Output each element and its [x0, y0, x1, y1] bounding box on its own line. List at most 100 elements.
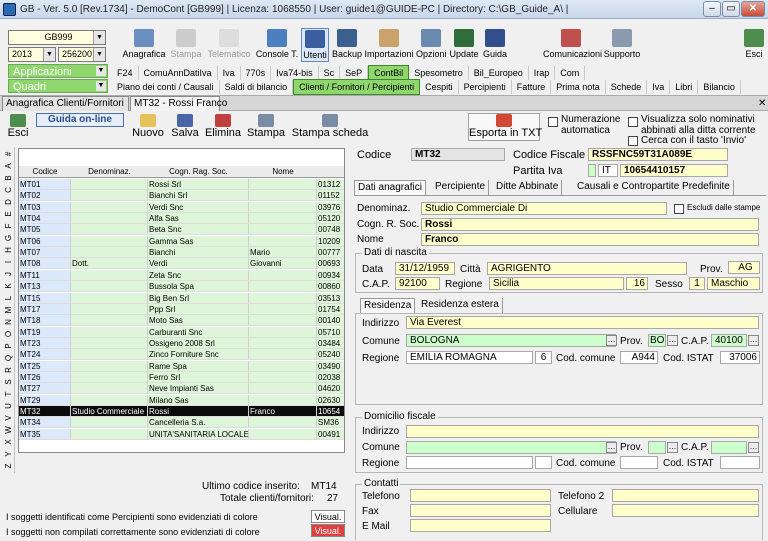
- domicilio-cap-lookup-button[interactable]: …: [748, 442, 759, 453]
- regione-field[interactable]: Sicilia: [489, 277, 624, 290]
- guida-online-button[interactable]: Guida on-line: [36, 113, 124, 127]
- supporto-button[interactable]: Supporto: [602, 28, 642, 62]
- menu-sc[interactable]: Sc: [319, 66, 341, 80]
- telefono2-field[interactable]: [612, 489, 759, 502]
- menu-sep[interactable]: SeP: [340, 66, 369, 80]
- maximize-button[interactable]: ▭: [722, 1, 740, 17]
- domicilio-regione-field[interactable]: [406, 456, 533, 469]
- menu-bilancio[interactable]: Bilancio: [698, 80, 741, 94]
- codcomune-field[interactable]: A944: [620, 351, 658, 364]
- column-header-codice[interactable]: Codice: [19, 166, 71, 178]
- menu-spesometro[interactable]: Spesometro: [409, 66, 469, 80]
- menu-iva2[interactable]: Iva: [647, 80, 671, 94]
- table-row[interactable]: MT03 Verdi Snc 03976: [19, 201, 344, 213]
- column-header-nome[interactable]: Nome: [249, 166, 317, 178]
- table-row[interactable]: MT32 Studio Commerciale Rossi Franco 10654: [19, 406, 344, 417]
- table-row[interactable]: MT35 UNITA'SANITARIA LOCALE 00491: [19, 428, 344, 440]
- nuovo-button[interactable]: Nuovo: [131, 114, 165, 142]
- regione-num-field[interactable]: 16: [626, 277, 648, 290]
- tab-residenza[interactable]: Residenza: [360, 298, 416, 313]
- menu-libri[interactable]: Libri: [670, 80, 699, 94]
- table-row[interactable]: MT01 Rossi Srl 01312: [19, 179, 344, 190]
- esporta-txt-button[interactable]: Esporta in TXT: [468, 113, 542, 141]
- minimize-button[interactable]: –: [703, 1, 721, 17]
- piva-country[interactable]: IT: [598, 164, 618, 177]
- salva-button[interactable]: Salva: [170, 114, 200, 142]
- table-row[interactable]: MT06 Gamma Sas 10209: [19, 235, 344, 247]
- console-button[interactable]: Console T.: [255, 28, 299, 62]
- table-row[interactable]: MT23 Ossigeno 2008 Srl 03484: [19, 337, 344, 349]
- table-row[interactable]: MT27 Neve Impianti Sas 04620: [19, 383, 344, 395]
- stampa-action-button[interactable]: Stampa: [246, 114, 286, 142]
- company-select[interactable]: GB999 ▼: [8, 30, 106, 45]
- comunicazioni-button[interactable]: Comunicazioni: [543, 28, 602, 62]
- comune-field[interactable]: BOLOGNA: [406, 334, 616, 347]
- menu-percipienti[interactable]: Percipienti: [459, 80, 512, 94]
- tab-percipiente[interactable]: Percipiente: [432, 180, 490, 195]
- piva-field[interactable]: 10654410157: [620, 164, 728, 177]
- table-row[interactable]: MT04 Alfa Sas 05120: [19, 213, 344, 225]
- guida-button[interactable]: Guida: [482, 28, 508, 62]
- tab-dati-anagrafici[interactable]: Dati anagrafici: [354, 180, 426, 195]
- domicilio-codcomune-field[interactable]: [620, 456, 658, 469]
- menu-iva74bis[interactable]: Iva74-bis: [271, 66, 319, 80]
- elimina-button[interactable]: Elimina: [204, 114, 242, 142]
- table-row[interactable]: MT15 Big Ben Srl 03513: [19, 292, 344, 304]
- denominaz-field[interactable]: Studio Commerciale Di: [421, 202, 667, 215]
- menu-comuanndatiiva[interactable]: ComuAnnDatiIva: [139, 66, 218, 80]
- cf-field[interactable]: RSSFNC59T31A089E: [588, 148, 728, 161]
- stampa-button[interactable]: Stampa: [169, 28, 203, 62]
- table-row[interactable]: MT11 Zeta Snc 00934: [19, 269, 344, 281]
- anagrafica-button[interactable]: Anagrafica: [121, 28, 167, 62]
- table-row[interactable]: MT26 Ferro Srl 02038: [19, 371, 344, 383]
- tab-close-icon[interactable]: ✕: [758, 98, 766, 109]
- menu-schede[interactable]: Schede: [606, 80, 648, 94]
- visual-percipienti-swatch[interactable]: Visual.: [311, 510, 345, 523]
- column-header-cognome[interactable]: Cogn. Rag. Soc.: [148, 166, 249, 178]
- menu-piano-conti[interactable]: Piano dei conti / Causali: [112, 80, 220, 94]
- table-row[interactable]: MT07 Bianchi Mario 00777: [19, 247, 344, 259]
- menu-770s[interactable]: 770s: [241, 66, 272, 80]
- tab-ditte-abbinate[interactable]: Ditte Abbinate: [493, 180, 563, 195]
- tab-mt32[interactable]: MT32 - Rossi Franco: [130, 96, 227, 111]
- menu-iva[interactable]: Iva: [218, 66, 241, 80]
- prov2-field[interactable]: BO: [648, 334, 666, 347]
- cellulare-field[interactable]: [612, 504, 759, 517]
- regione2-field[interactable]: EMILIA ROMAGNA: [406, 351, 533, 364]
- indirizzo-field[interactable]: Via Everest: [406, 316, 759, 329]
- menu-com[interactable]: Com: [555, 66, 586, 80]
- menu-saldi-bilancio[interactable]: Saldi di bilancio: [220, 80, 294, 94]
- visualizza-checkbox[interactable]: [628, 117, 638, 127]
- domicilio-prov-field[interactable]: [648, 441, 666, 454]
- telematico-button[interactable]: Telematico: [205, 28, 253, 62]
- telefono-field[interactable]: [410, 489, 551, 502]
- tab-causali[interactable]: Causali e Contropartite Predefinite: [574, 180, 734, 195]
- table-row[interactable]: MT18 Moto Sas 00140: [19, 315, 344, 327]
- nome-field[interactable]: Franco: [421, 233, 759, 246]
- sesso-field[interactable]: Maschio: [707, 277, 760, 290]
- table-row[interactable]: MT29 Milano Sas 02630: [19, 394, 344, 406]
- utenti-button[interactable]: Utenti: [301, 28, 329, 62]
- column-header-extra[interactable]: [317, 166, 344, 178]
- period-select[interactable]: 256200 - ▼: [58, 47, 106, 62]
- table-row[interactable]: MT02 Bianchi Srl 01152: [19, 190, 344, 202]
- escludi-checkbox[interactable]: [674, 204, 684, 214]
- menu-fatture[interactable]: Fatture: [512, 80, 552, 94]
- sesso-num-field[interactable]: 1: [689, 277, 705, 290]
- opzioni-button[interactable]: Opzioni: [416, 28, 447, 62]
- cap2-lookup-button[interactable]: …: [748, 335, 759, 346]
- table-row[interactable]: MT34 Cancelleria S.a. SM36: [19, 417, 344, 429]
- close-button[interactable]: ✕: [741, 1, 765, 17]
- menu-prima-nota[interactable]: Prima nota: [551, 80, 606, 94]
- alpha-index-item[interactable]: Z: [3, 459, 15, 473]
- table-row[interactable]: MT25 Rame Spa 03490: [19, 360, 344, 372]
- quadri-section[interactable]: Quadri ▼: [8, 79, 108, 93]
- tab-residenza-estera[interactable]: Residenza estera: [418, 298, 503, 313]
- cap2-field[interactable]: 40100: [711, 334, 747, 347]
- cap-field[interactable]: 92100: [395, 277, 440, 290]
- cerca-checkbox[interactable]: [628, 136, 638, 146]
- domicilio-indirizzo-field[interactable]: [406, 425, 759, 438]
- citta-field[interactable]: AGRIGENTO: [487, 262, 687, 275]
- backup-button[interactable]: Backup: [332, 28, 362, 62]
- cognome-field[interactable]: Rossi: [421, 218, 759, 231]
